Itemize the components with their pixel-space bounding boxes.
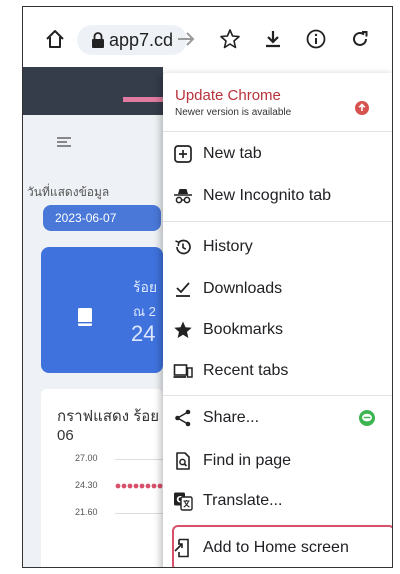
bookmark-star-icon[interactable] [219,28,241,50]
menu-item-bookmarks[interactable]: Bookmarks [163,311,392,349]
chart-point [133,483,139,489]
menu-item-label: New Incognito tab [203,187,332,204]
grid-line [115,459,163,460]
chart-points [115,483,163,489]
menu-item-label: Add to Home screen [203,539,349,556]
url-text[interactable]: app7.cd [109,30,173,51]
download-icon[interactable] [262,28,284,50]
y-tick-label: 24.30 [75,480,98,490]
menu-item-new-tab[interactable]: New tab [163,135,392,173]
menu-item-label: New tab [203,145,262,162]
y-tick-label: 27.00 [75,453,98,463]
menu-item-translate[interactable]: G Translate... [163,482,392,520]
menu-item-label: Recent tabs [203,362,289,379]
menu-item-label: Translate... [203,492,283,509]
incognito-icon [174,189,192,204]
menu-item-label: Find in page [203,452,292,469]
date-label: วันที่แสดงข้อมูล [27,185,110,199]
forward-icon[interactable] [175,28,197,50]
menu-divider [163,221,392,222]
chart-point [115,483,121,489]
menu-item-label: Share... [203,409,260,426]
menu-item-find-in-page[interactable]: Find in page [163,442,392,480]
chart-point [145,483,151,489]
date-picker[interactable]: 2023-06-07 [43,205,161,231]
devices-icon [173,364,193,378]
y-tick-label: 21.60 [75,507,98,517]
menu-item-add-to-home-screen[interactable]: Add to Home screen [163,529,392,567]
menu-item-new-incognito-tab[interactable]: New Incognito tab [163,177,392,215]
menu-divider [163,395,392,396]
chart-point [127,483,133,489]
reload-icon[interactable] [349,28,371,50]
card-sublabel: ณ 2 [133,304,156,319]
chart-title: กราฟแสดง ร้อย 06 [57,408,160,444]
menu-divider [163,131,392,132]
menu-item-label: Bookmarks [203,321,284,338]
plus-box-icon [174,145,192,163]
line-app-icon [359,410,375,426]
menu-item-label: Downloads [203,280,283,297]
book-icon [78,308,92,326]
downloads-icon [176,282,190,297]
card-label: ร้อย [133,279,158,295]
menu-item-downloads[interactable]: Downloads [163,270,392,308]
chart-point [139,483,145,489]
find-in-page-icon [176,452,190,470]
grid-line [115,513,163,514]
menu-item-label: History [203,238,253,255]
update-chrome-title[interactable]: Update Chrome [175,87,281,104]
translate-icon: G [174,492,193,511]
share-icon [175,409,191,427]
menu-item-recent-tabs[interactable]: Recent tabs [163,352,392,390]
chart-point [121,483,127,489]
update-badge-icon [355,101,369,115]
menu-item-share[interactable]: Share... [163,399,392,437]
chart-point [151,483,157,489]
info-icon[interactable] [305,28,327,50]
screenshot-frame: app7.cd วันที่แสดงข้อมูล 2023-06-07 ร้อย… [22,6,393,568]
home-icon[interactable] [45,29,65,49]
add-to-home-icon [174,538,189,558]
chart-point [157,483,163,489]
update-chrome-subtitle: Newer version is available [175,107,292,118]
star-icon [174,321,192,338]
date-value: 2023-06-07 [55,211,117,225]
card-value: 24 [131,321,156,346]
history-icon [175,239,191,255]
lock-icon [92,32,104,48]
page-header-bar [23,67,163,115]
hamburger-menu-icon[interactable] [57,137,71,147]
menu-item-history[interactable]: History [163,228,392,266]
